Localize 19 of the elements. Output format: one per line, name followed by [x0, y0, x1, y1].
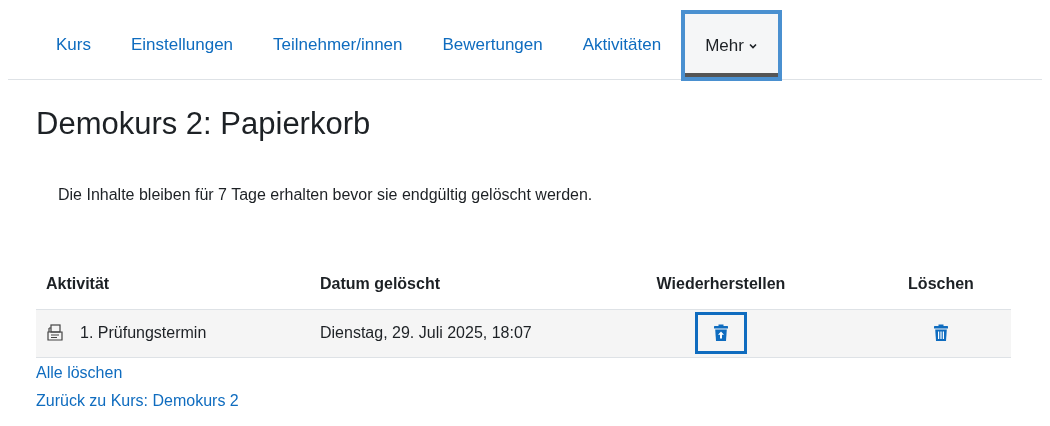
column-header: Wiederherstellen	[571, 259, 871, 309]
nav-tab[interactable]: Aktivitäten	[562, 10, 682, 79]
text-link[interactable]: Zurück zu Kurs: Demokurs 2	[36, 389, 239, 412]
text-link[interactable]: Alle löschen	[36, 361, 123, 384]
restore-button[interactable]	[695, 312, 747, 354]
deletion-date: Dienstag, 29. Juli 2025, 18:07	[320, 324, 532, 341]
activity-name: 1. Prüfungstermin	[80, 323, 207, 343]
column-header: Datum gelöscht	[310, 259, 571, 309]
nav-tab[interactable]: Teilnehmer/innen	[253, 10, 423, 79]
nav-tab[interactable]: Mehr	[681, 10, 782, 81]
nav-tab[interactable]: Kurs	[36, 10, 111, 79]
column-header: Löschen	[871, 259, 1011, 309]
trash-restore-icon	[713, 324, 729, 342]
nav-tab[interactable]: Einstellungen	[110, 10, 254, 79]
column-header: Aktivität	[36, 259, 310, 309]
retention-notice: Die Inhalte bleiben für 7 Tage erhalten bevor sie endgültig gelöscht werden.	[58, 185, 594, 205]
page-title: Demokurs 2: Papierkorb	[36, 105, 372, 143]
nav-tab[interactable]: Bewertungen	[422, 10, 563, 79]
trash-icon	[933, 324, 949, 342]
